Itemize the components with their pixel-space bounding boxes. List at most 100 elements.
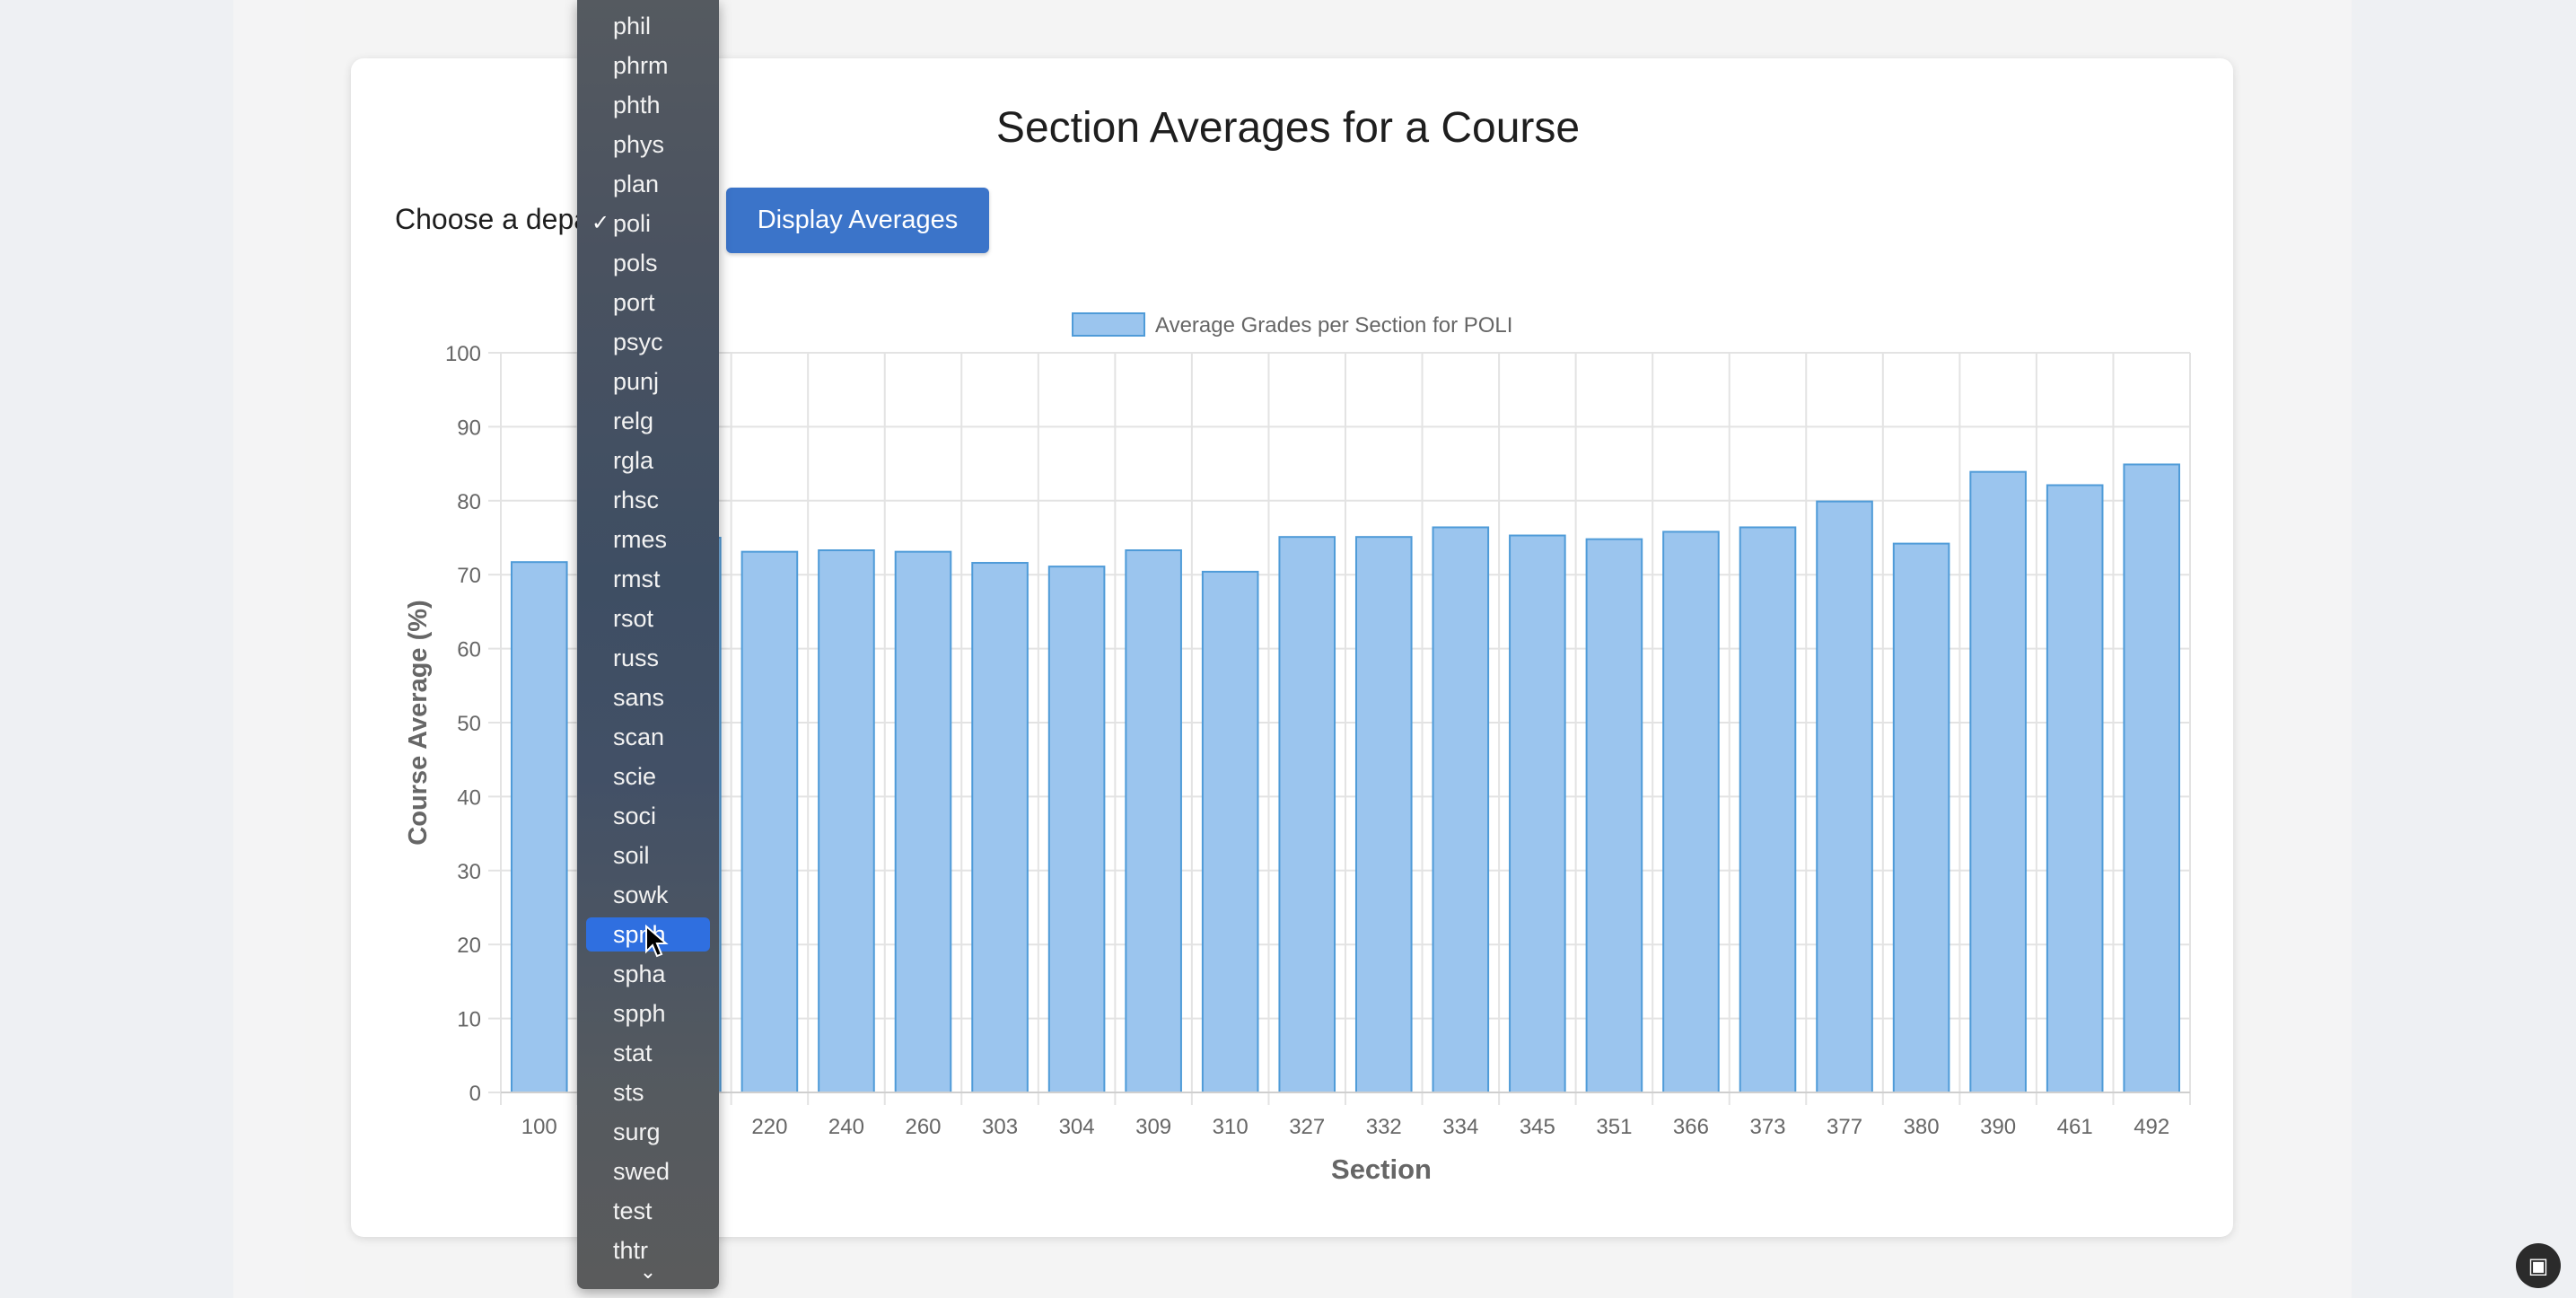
dropdown-option-rmst[interactable]: rmst xyxy=(586,562,710,596)
dropdown-option-punj[interactable]: punj xyxy=(586,364,710,399)
y-axis-title: Course Average (%) xyxy=(404,600,433,845)
dropdown-option-scan[interactable]: scan xyxy=(586,720,710,754)
x-tick-label: 390 xyxy=(1980,1115,2016,1139)
bar-304 xyxy=(1047,566,1106,1093)
dropdown-option-spha[interactable]: spha xyxy=(586,957,710,991)
bar-260 xyxy=(894,550,952,1093)
x-tick-label: 327 xyxy=(1289,1115,1325,1139)
bar-351 xyxy=(1585,538,1643,1093)
x-tick-label: 220 xyxy=(751,1115,787,1139)
x-tick-label: 345 xyxy=(1520,1115,1555,1139)
bar-100 xyxy=(510,561,568,1093)
dropdown-option-sowk[interactable]: sowk xyxy=(586,878,710,912)
bar-492 xyxy=(2123,463,2181,1093)
dropdown-option-label: russ xyxy=(613,645,660,671)
dropdown-option-spph[interactable]: spph xyxy=(586,996,710,1031)
dropdown-option-rsot[interactable]: rsot xyxy=(586,601,710,636)
y-tick-label: 10 xyxy=(457,1008,481,1032)
dropdown-option-label: scan xyxy=(613,724,665,750)
scan-text-icon[interactable]: ▣ xyxy=(2516,1243,2561,1288)
dropdown-option-label: sans xyxy=(613,684,665,711)
dropdown-option-label: soci xyxy=(613,802,657,829)
x-tick-label: 351 xyxy=(1596,1115,1632,1139)
bar-220 xyxy=(740,550,799,1093)
x-tick-label: 492 xyxy=(2134,1115,2169,1139)
dropdown-option-rmes[interactable]: rmes xyxy=(586,522,710,557)
x-tick-label: 100 xyxy=(521,1115,557,1139)
dropdown-option-label: punj xyxy=(613,368,660,395)
y-tick-label: 100 xyxy=(445,342,481,366)
y-tick-label: 30 xyxy=(457,860,481,884)
bar-390 xyxy=(1969,470,2027,1093)
dropdown-option-label: sts xyxy=(613,1079,644,1106)
dropdown-option-scie[interactable]: scie xyxy=(586,759,710,794)
dropdown-option-label: stat xyxy=(613,1039,653,1066)
x-tick-label: 332 xyxy=(1366,1115,1402,1139)
legend-swatch xyxy=(1072,312,1145,337)
dropdown-option-label: scie xyxy=(613,763,657,790)
dropdown-option-label: plan xyxy=(613,171,660,197)
y-tick-label: 20 xyxy=(457,934,481,958)
dropdown-option-label: spph xyxy=(613,1000,666,1027)
x-tick-label: 309 xyxy=(1135,1115,1171,1139)
dropdown-option-rgla[interactable]: rgla xyxy=(586,443,710,478)
dropdown-option-rhsc[interactable]: rhsc xyxy=(586,483,710,517)
bar-303 xyxy=(971,562,1029,1093)
y-tick-label: 0 xyxy=(469,1082,481,1106)
checkmark-icon: ✓ xyxy=(591,211,610,235)
bar-327 xyxy=(1278,536,1336,1093)
dropdown-option-label: phil xyxy=(613,13,652,39)
dropdown-option-label: rhsc xyxy=(613,487,660,513)
y-tick-label: 90 xyxy=(457,416,481,440)
dropdown-option-psyc[interactable]: psyc xyxy=(586,325,710,359)
x-tick-label: 380 xyxy=(1904,1115,1940,1139)
dropdown-option-port[interactable]: port xyxy=(586,285,710,320)
dropdown-option-relg[interactable]: relg xyxy=(586,404,710,438)
y-tick-label: 70 xyxy=(457,564,481,588)
y-tick-label: 40 xyxy=(457,785,481,810)
dropdown-option-soil[interactable]: soil xyxy=(586,838,710,873)
dropdown-option-label: sowk xyxy=(613,881,669,908)
dropdown-option-phrm[interactable]: phrm xyxy=(586,48,710,83)
dropdown-option-sans[interactable]: sans xyxy=(586,680,710,715)
dropdown-option-stat[interactable]: stat xyxy=(586,1036,710,1070)
x-tick-label: 334 xyxy=(1442,1115,1478,1139)
bar-373 xyxy=(1739,526,1797,1093)
dropdown-option-label: phys xyxy=(613,131,665,158)
y-tick-label: 80 xyxy=(457,490,481,514)
dropdown-option-label: rmst xyxy=(613,566,661,592)
dropdown-option-test[interactable]: test xyxy=(586,1194,710,1228)
dropdown-option-label: rmes xyxy=(613,526,667,553)
bar-461 xyxy=(2046,484,2104,1093)
bar-310 xyxy=(1201,570,1259,1093)
dropdown-option-pols[interactable]: pols xyxy=(586,246,710,280)
bar-380 xyxy=(1892,542,1950,1093)
dropdown-option-soci[interactable]: soci xyxy=(586,799,710,833)
scroll-down-chevron-icon[interactable]: ⌄ xyxy=(577,1260,719,1284)
dropdown-option-label: surg xyxy=(613,1118,661,1145)
bar-chart: 0102030405060708090100100200201220240260… xyxy=(404,312,2191,1185)
dropdown-option-phth[interactable]: phth xyxy=(586,88,710,122)
dropdown-option-russ[interactable]: russ xyxy=(586,641,710,675)
dropdown-option-label: poli xyxy=(613,210,652,237)
bar-240 xyxy=(818,549,875,1093)
dropdown-option-sts[interactable]: sts xyxy=(586,1075,710,1109)
mouse-pointer-icon xyxy=(645,925,669,958)
department-dropdown-list[interactable]: phil phrm phth phys plan ✓ poli pols port psyc pun… xyxy=(577,0,719,1289)
dropdown-option-phil[interactable]: phil xyxy=(586,9,710,43)
x-tick-label: 377 xyxy=(1827,1115,1862,1139)
dropdown-option-label: pols xyxy=(613,250,658,276)
x-axis-title: Section xyxy=(1331,1153,1432,1185)
dropdown-option-surg[interactable]: surg xyxy=(586,1115,710,1149)
bar-345 xyxy=(1509,534,1566,1093)
bar-377 xyxy=(1816,500,1873,1093)
dropdown-option-poli[interactable]: ✓ poli xyxy=(586,206,710,241)
dropdown-option-label: swed xyxy=(613,1158,670,1185)
x-tick-label: 304 xyxy=(1059,1115,1095,1139)
dropdown-option-label: test xyxy=(613,1197,653,1224)
dropdown-option-swed[interactable]: swed xyxy=(586,1154,710,1188)
dropdown-option-plan[interactable]: plan xyxy=(586,167,710,201)
bar-366 xyxy=(1662,531,1720,1093)
dropdown-option-phys[interactable]: phys xyxy=(586,127,710,162)
dropdown-option-label: relg xyxy=(613,408,654,434)
